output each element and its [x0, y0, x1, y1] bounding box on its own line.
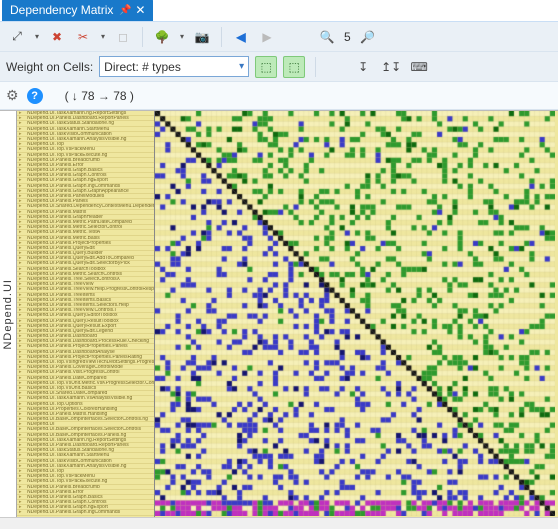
dropdown-icon[interactable]: ▾	[32, 32, 42, 41]
separator	[221, 27, 222, 47]
vertical-axis-label[interactable]: NDepend.UI	[0, 111, 17, 517]
tab-title: Dependency Matrix	[10, 3, 113, 17]
info-bar: ⚙ ? ( ↓ 78 → 78 )	[0, 82, 558, 110]
sort-button-2[interactable]: ↥↧	[380, 56, 402, 78]
toolbar-primary: ⤢ ▾ ✖ ✂ ▾ ◻ 🌳 ▾ 📷 ◀ ▶ 🔍 5 🔎	[0, 22, 558, 52]
tab-dependency-matrix[interactable]: Dependency Matrix 📌 ✕	[2, 0, 153, 21]
chevron-down-icon: ▾	[239, 61, 244, 72]
matrix-area: NDepend.UI NDepend.UI.TaskXamarin.ng.Rep…	[0, 110, 558, 517]
cut-button[interactable]: ✂	[72, 26, 94, 48]
mode-button-1[interactable]: ⬚	[255, 56, 277, 78]
camera-icon[interactable]: 📷	[191, 26, 213, 48]
zoom-in-button[interactable]: 🔍	[316, 26, 338, 48]
mode-button-2[interactable]: ⬚	[283, 56, 305, 78]
zoom-value: 5	[342, 30, 353, 44]
tab-bar: Dependency Matrix 📌 ✕	[0, 0, 558, 22]
dropdown-icon[interactable]: ▾	[98, 32, 108, 41]
toolbar-secondary: Weight on Cells: Direct: # types ▾ ⬚ ⬚ ↧…	[0, 52, 558, 82]
forward-button[interactable]: ▶	[256, 26, 278, 48]
keyboard-button[interactable]: ⌨	[408, 56, 430, 78]
heatmap-grid[interactable]	[155, 111, 558, 517]
separator	[315, 57, 316, 77]
close-icon[interactable]: ✕	[135, 3, 145, 17]
dimensions-text: ( ↓ 78 → 78 )	[65, 89, 134, 103]
expand-all-button[interactable]: ⤢	[6, 26, 28, 48]
row-header[interactable]: NDepend.UI.Panels.Graph.ingCommands	[17, 510, 154, 515]
back-button[interactable]: ◀	[230, 26, 252, 48]
action-button[interactable]: ◻	[112, 26, 134, 48]
sort-button-1[interactable]: ↧	[352, 56, 374, 78]
remove-button[interactable]: ✖	[46, 26, 68, 48]
pin-icon[interactable]: 📌	[119, 5, 129, 15]
heatmap-canvas[interactable]	[155, 111, 555, 516]
dropdown-icon[interactable]: ▾	[177, 32, 187, 41]
tree-button[interactable]: 🌳	[151, 26, 173, 48]
row-header-list[interactable]: NDepend.UI.TaskXamarin.ng.ReportSettings…	[17, 111, 155, 517]
weight-select-value: Direct: # types	[104, 60, 181, 74]
weight-label: Weight on Cells:	[6, 60, 93, 74]
zoom-out-button[interactable]: 🔎	[357, 26, 379, 48]
gear-icon[interactable]: ⚙	[6, 87, 19, 104]
weight-select[interactable]: Direct: # types ▾	[99, 56, 249, 77]
separator	[142, 27, 143, 47]
help-icon[interactable]: ?	[27, 88, 43, 104]
